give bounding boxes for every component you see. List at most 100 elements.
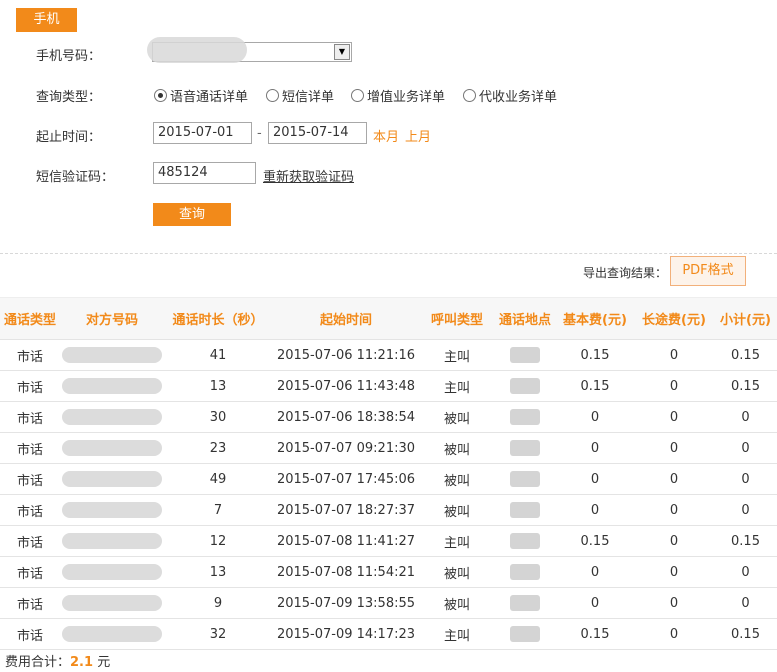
date-range-label: 起止时间： bbox=[36, 130, 102, 145]
redacted-number bbox=[62, 471, 162, 487]
cell-call-type: 市话 bbox=[16, 566, 43, 582]
redacted-location bbox=[510, 409, 540, 425]
cell-duration: 41 bbox=[209, 347, 227, 363]
resend-code-link[interactable]: 重新获取验证码 bbox=[263, 166, 354, 185]
cell-location bbox=[494, 347, 556, 363]
radio-icon[interactable] bbox=[463, 89, 476, 102]
table-row: 市话 49 2015-07-07 17:45:06 被叫 0 0 0 bbox=[0, 464, 777, 495]
cell-subtotal: 0.15 bbox=[731, 378, 760, 394]
table-row: 市话 9 2015-07-09 13:58:55 被叫 0 0 0 bbox=[0, 588, 777, 619]
radio-icon[interactable] bbox=[266, 89, 279, 102]
cell-location bbox=[494, 595, 556, 611]
cell-subtotal: 0 bbox=[741, 440, 750, 456]
cell-long-distance-fee: 0 bbox=[669, 502, 679, 518]
start-date-input[interactable]: 2015-07-01 bbox=[153, 122, 252, 144]
cell-subtotal: 0.15 bbox=[731, 347, 760, 363]
sms-code-input[interactable]: 485124 bbox=[153, 162, 256, 184]
redacted-number bbox=[62, 564, 162, 580]
cell-direction: 被叫 bbox=[443, 597, 470, 613]
cell-direction: 主叫 bbox=[443, 535, 470, 551]
redacted-location bbox=[510, 347, 540, 363]
redacted-location bbox=[510, 502, 540, 518]
redacted-number bbox=[62, 409, 162, 425]
cell-base-fee: 0 bbox=[590, 471, 600, 487]
cell-direction: 被叫 bbox=[443, 411, 470, 427]
cell-long-distance-fee: 0 bbox=[669, 409, 679, 425]
cell-base-fee: 0 bbox=[590, 409, 600, 425]
cell-duration: 32 bbox=[209, 626, 227, 642]
col-long-distance-fee: 长途费(元) bbox=[642, 313, 706, 328]
cell-duration: 13 bbox=[209, 564, 227, 580]
table-row: 市话 7 2015-07-07 18:27:37 被叫 0 0 0 bbox=[0, 495, 777, 526]
query-type-label: 查询类型： bbox=[36, 90, 102, 105]
cell-duration: 23 bbox=[209, 440, 227, 456]
cell-subtotal: 0 bbox=[741, 409, 750, 425]
radio-sms[interactable]: 短信详单 bbox=[266, 86, 334, 105]
radio-checked-icon[interactable] bbox=[154, 89, 167, 102]
chevron-down-icon[interactable]: ▼ bbox=[334, 44, 350, 60]
table-header: 通话类型 对方号码 通话时长（秒） 起始时间 呼叫类型 通话地点 基本费(元) … bbox=[0, 297, 777, 340]
cell-other-number bbox=[60, 347, 164, 363]
table-row: 市话 23 2015-07-07 09:21:30 被叫 0 0 0 bbox=[0, 433, 777, 464]
radio-voice[interactable]: 语音通话详单 bbox=[154, 86, 248, 105]
radio-value-added[interactable]: 增值业务详单 bbox=[351, 86, 445, 105]
date-separator: - bbox=[257, 126, 262, 141]
cell-subtotal: 0 bbox=[741, 502, 750, 518]
cell-call-type: 市话 bbox=[16, 349, 43, 365]
cell-direction: 主叫 bbox=[443, 349, 470, 365]
cell-location bbox=[494, 440, 556, 456]
cell-direction: 主叫 bbox=[443, 380, 470, 396]
col-direction: 呼叫类型 bbox=[430, 313, 483, 328]
last-month-link[interactable]: 上月 bbox=[405, 126, 431, 145]
cell-base-fee: 0.15 bbox=[580, 626, 610, 642]
cell-other-number bbox=[60, 378, 164, 394]
divider bbox=[0, 253, 777, 254]
phone-select[interactable]: ▼ bbox=[147, 37, 352, 63]
radio-collection-label: 代收业务详单 bbox=[479, 90, 558, 105]
cell-call-type: 市话 bbox=[16, 504, 43, 520]
redacted-location bbox=[510, 626, 540, 642]
cell-base-fee: 0 bbox=[590, 564, 600, 580]
cell-direction: 被叫 bbox=[443, 473, 470, 489]
cell-subtotal: 0.15 bbox=[731, 626, 760, 642]
redacted-location bbox=[510, 564, 540, 580]
cell-direction: 主叫 bbox=[443, 628, 470, 644]
redacted-location bbox=[510, 440, 540, 456]
cell-base-fee: 0.15 bbox=[580, 533, 610, 549]
col-base-fee: 基本费(元) bbox=[563, 313, 627, 328]
pdf-export-button[interactable]: PDF格式 bbox=[670, 256, 746, 286]
sms-code-label: 短信验证码： bbox=[36, 170, 115, 185]
this-month-link[interactable]: 本月 bbox=[373, 126, 399, 145]
cell-other-number bbox=[60, 533, 164, 549]
cell-long-distance-fee: 0 bbox=[669, 564, 679, 580]
end-date-input[interactable]: 2015-07-14 bbox=[268, 122, 367, 144]
total-fee-label: 费用合计： bbox=[5, 655, 71, 670]
cell-start-time: 2015-07-09 13:58:55 bbox=[276, 595, 416, 611]
cell-duration: 9 bbox=[213, 595, 223, 611]
total-fee-unit: 元 bbox=[97, 655, 111, 670]
table-row: 市话 41 2015-07-06 11:21:16 主叫 0.15 0 0.15 bbox=[0, 340, 777, 371]
radio-voice-label: 语音通话详单 bbox=[170, 90, 249, 105]
cell-location bbox=[494, 409, 556, 425]
table-row: 市话 13 2015-07-08 11:54:21 被叫 0 0 0 bbox=[0, 557, 777, 588]
radio-icon[interactable] bbox=[351, 89, 364, 102]
query-button[interactable]: 查询 bbox=[153, 203, 231, 226]
radio-collection[interactable]: 代收业务详单 bbox=[463, 86, 557, 105]
tab-mobile[interactable]: 手机 bbox=[16, 8, 77, 32]
cell-other-number bbox=[60, 502, 164, 518]
radio-sms-label: 短信详单 bbox=[282, 90, 335, 105]
cell-location bbox=[494, 471, 556, 487]
cell-duration: 49 bbox=[209, 471, 227, 487]
redacted-location bbox=[510, 533, 540, 549]
cell-other-number bbox=[60, 440, 164, 456]
cell-start-time: 2015-07-07 17:45:06 bbox=[276, 471, 416, 487]
redacted-number bbox=[62, 440, 162, 456]
cell-call-type: 市话 bbox=[16, 380, 43, 396]
cell-long-distance-fee: 0 bbox=[669, 440, 679, 456]
total-fee: 费用合计：2.1 元 bbox=[5, 651, 110, 670]
export-label: 导出查询结果： bbox=[583, 266, 668, 280]
cell-duration: 13 bbox=[209, 378, 227, 394]
col-start-time: 起始时间 bbox=[319, 313, 372, 328]
cell-subtotal: 0 bbox=[741, 595, 750, 611]
cell-long-distance-fee: 0 bbox=[669, 471, 679, 487]
